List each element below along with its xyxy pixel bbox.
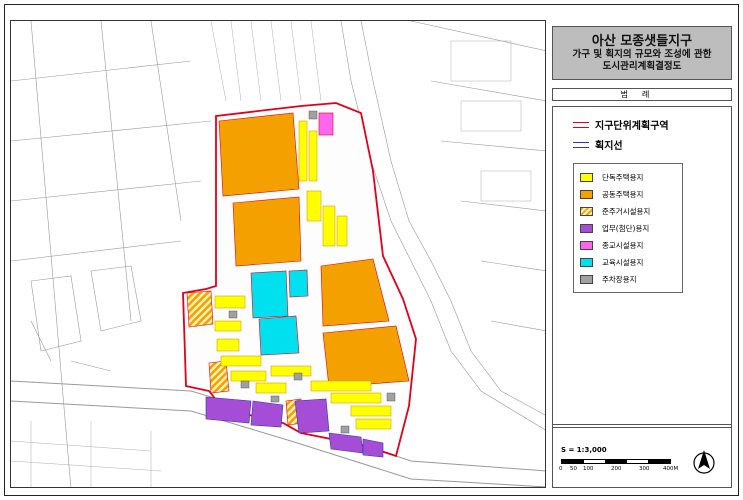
map-canvas: [11, 21, 545, 487]
legend-item-label: 업무(첨단)용지: [602, 224, 650, 233]
education-swatch-icon: [580, 258, 593, 267]
legend-item-label: 종교시설용지: [602, 241, 644, 250]
title-line-1: 아산 모종샛들지구: [591, 34, 693, 49]
legend-item: 업무(첨단)용지: [580, 223, 649, 234]
legend-item-label: 단독주택용지: [602, 173, 644, 182]
north-arrow-icon: [693, 450, 715, 474]
religion-swatch-icon: [580, 241, 593, 250]
detached-swatch-icon: [580, 173, 593, 182]
legend-line-lot: 획지선: [573, 137, 623, 152]
scale-box: S = 1:3,000 0 50 100 200 300 400M: [552, 424, 732, 488]
title-line-2: 가구 및 획지의 규모와 조성에 관한: [572, 49, 712, 60]
parking-swatch-icon: [580, 275, 593, 284]
legend-line-label: 지구단위계획구역: [595, 121, 669, 132]
site-plan-map[interactable]: [10, 20, 546, 488]
legend-item: 단독주택용지: [580, 172, 643, 183]
scale-bar: [561, 459, 671, 464]
mixed-swatch-icon: [580, 207, 593, 216]
legend-heading: 범례: [552, 88, 732, 101]
legend-item-label: 교육시설용지: [602, 258, 644, 267]
legend-line-label: 획지선: [595, 141, 623, 152]
scale-tick: 100: [583, 466, 594, 472]
title-line-3: 도시관리계획결정도: [602, 61, 682, 72]
legend-item: 공동주택용지: [580, 189, 643, 200]
scale-label: S = 1:3,000: [561, 446, 607, 454]
legend-item-label: 공동주택용지: [602, 190, 644, 199]
boundary-line-icon: [573, 121, 589, 128]
legend-line-boundary: 지구단위계획구역: [573, 117, 669, 132]
lot-line-icon: [573, 141, 589, 148]
legend-item: 준주거시설용지: [580, 206, 650, 217]
scale-tick: 200: [611, 466, 622, 472]
landuse-legend: 단독주택용지 공동주택용지 준주거시설용지 업무(첨단)용지 종교시설용지 교육…: [573, 163, 683, 293]
scale-ticks: 0 50 100 200 300 400M: [559, 466, 684, 474]
scale-tick: 300: [639, 466, 650, 472]
legend-panel: 아산 모종샛들지구 가구 및 획지의 규모와 조성에 관한 도시관리계획결정도 …: [552, 26, 732, 488]
apartment-swatch-icon: [580, 190, 593, 199]
legend-box: 지구단위계획구역 획지선 단독주택용지 공동주택용지 준주거시설용지 업무(첨단…: [552, 106, 732, 428]
legend-item-label: 주차장용지: [602, 275, 637, 284]
scale-tick: 50: [570, 466, 577, 472]
legend-item: 종교시설용지: [580, 240, 643, 251]
legend-item: 주차장용지: [580, 274, 637, 285]
scale-tick: 0: [559, 466, 563, 472]
religion-block: [318, 112, 334, 136]
legend-item: 교육시설용지: [580, 257, 643, 268]
legend-item-label: 준주거시설용지: [602, 207, 651, 216]
title-block: 아산 모종샛들지구 가구 및 획지의 규모와 조성에 관한 도시관리계획결정도: [552, 26, 732, 80]
business-swatch-icon: [580, 224, 593, 233]
scale-tick: 400M: [663, 466, 679, 472]
